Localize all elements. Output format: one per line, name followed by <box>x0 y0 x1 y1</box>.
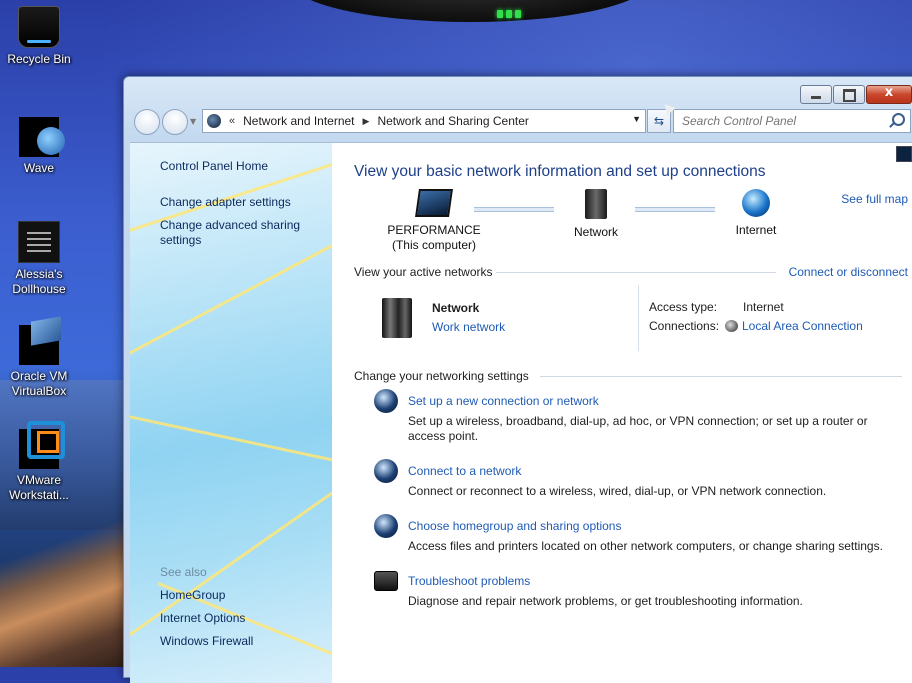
task-homegroup-link[interactable]: Choose homegroup and sharing options <box>408 519 621 533</box>
connection-item[interactable]: Local Area Connection <box>725 319 863 333</box>
map-node-internet[interactable]: Internet <box>701 189 811 238</box>
connections-label: Connections: <box>649 319 720 333</box>
desktop-icon-dollhouse[interactable]: Alessia's Dollhouse <box>0 221 79 297</box>
desktop-icon-recycle-bin[interactable]: Recycle Bin <box>0 6 79 67</box>
search-box[interactable] <box>673 109 911 133</box>
forward-button[interactable] <box>162 109 188 135</box>
page-title: View your basic network information and … <box>354 163 766 180</box>
computer-name: PERFORMANCE <box>387 223 481 237</box>
recycle-bin-icon <box>18 6 60 48</box>
access-type-value: Internet <box>743 300 784 314</box>
link-change-advanced-sharing-settings[interactable]: Change advanced sharing settings <box>160 218 310 248</box>
search-input[interactable] <box>680 110 884 132</box>
window-content: Control Panel Home Change adapter settin… <box>130 142 912 683</box>
active-networks-heading: View your active networks <box>354 265 493 279</box>
virtualbox-icon <box>19 316 61 365</box>
lan-connection-icon <box>725 320 738 332</box>
close-icon: x <box>884 85 894 100</box>
vmware-icon <box>19 421 65 469</box>
divider <box>496 272 776 273</box>
internet-label: Internet <box>735 223 777 237</box>
navigation-bar: ▼ « Network and Internet ▶ Network and S… <box>132 107 912 135</box>
desktop-icon-label: VMware Workstati... <box>9 473 69 502</box>
see-also-heading: See also <box>160 565 207 579</box>
breadcrumb-overflow[interactable]: « <box>229 115 235 127</box>
connect-or-disconnect-link[interactable]: Connect or disconnect <box>789 265 908 279</box>
breadcrumb-separator-icon[interactable]: ▶ <box>363 116 370 127</box>
help-icon[interactable] <box>896 146 912 162</box>
task-setup-connection-desc: Set up a wireless, broadband, dial-up, a… <box>408 414 868 443</box>
desktop-icon-virtualbox[interactable]: Oracle VM VirtualBox <box>0 316 79 399</box>
gadget-led-indicators <box>497 7 527 18</box>
task-troubleshoot-desc: Diagnose and repair network problems, or… <box>408 594 803 608</box>
minimize-button[interactable] <box>800 85 832 104</box>
back-button[interactable] <box>134 109 160 135</box>
wallpaper-rocks <box>0 497 140 667</box>
address-bar[interactable]: « Network and Internet ▶ Network and Sha… <box>202 109 646 133</box>
breadcrumb-network-and-internet[interactable]: Network and Internet <box>243 114 354 128</box>
network-location-link[interactable]: Work network <box>432 320 505 334</box>
divider <box>540 376 902 377</box>
divider <box>638 285 639 351</box>
main-pane: View your basic network information and … <box>332 143 912 683</box>
desktop-icon-label: Oracle VM VirtualBox <box>10 369 68 398</box>
task-setup-connection-link[interactable]: Set up a new connection or network <box>408 394 599 408</box>
link-change-adapter-settings[interactable]: Change adapter settings <box>160 195 291 210</box>
close-button[interactable]: x <box>866 85 912 104</box>
search-icon[interactable] <box>892 113 905 126</box>
networking-settings-heading: Change your networking settings <box>354 369 529 383</box>
network-icon <box>585 189 607 219</box>
wave-icon <box>19 117 65 157</box>
see-full-map-link[interactable]: See full map <box>841 192 908 206</box>
caption-buttons: x <box>799 85 912 104</box>
breadcrumb-network-sharing-center[interactable]: Network and Sharing Center <box>377 114 528 128</box>
maximize-button[interactable] <box>833 85 865 104</box>
homegroup-icon <box>374 514 398 538</box>
map-node-computer[interactable]: PERFORMANCE (This computer) <box>379 189 489 253</box>
globe-icon <box>742 189 770 217</box>
desktop-icon-label: Recycle Bin <box>7 52 71 66</box>
address-dropdown-icon[interactable]: ▼ <box>632 114 641 124</box>
left-navigation-pane: Control Panel Home Change adapter settin… <box>130 143 332 683</box>
new-connection-icon <box>374 389 398 413</box>
computer-icon <box>415 189 453 217</box>
local-area-connection-link[interactable]: Local Area Connection <box>742 319 863 333</box>
network-icon <box>382 298 412 338</box>
desktop-icon-wave[interactable]: Wave <box>0 117 79 176</box>
map-node-network[interactable]: Network <box>541 189 651 240</box>
task-homegroup-desc: Access files and printers located on oth… <box>408 539 883 553</box>
computer-sub: (This computer) <box>391 238 477 252</box>
task-connect-network-link[interactable]: Connect to a network <box>408 464 521 478</box>
active-network-name: Network <box>432 301 480 315</box>
network-sharing-center-window[interactable]: x ▼ « Network and Internet ▶ Network and… <box>123 76 912 683</box>
troubleshoot-icon <box>374 571 398 591</box>
link-control-panel-home[interactable]: Control Panel Home <box>160 159 268 174</box>
task-troubleshoot-link[interactable]: Troubleshoot problems <box>408 574 530 588</box>
desktop-icon-vmware[interactable]: VMware Workstati... <box>0 421 79 503</box>
control-panel-icon <box>207 114 221 128</box>
recent-pages-dropdown-icon[interactable]: ▼ <box>190 117 196 126</box>
link-internet-options[interactable]: Internet Options <box>160 611 245 626</box>
desktop-icon-label: Alessia's Dollhouse <box>12 267 66 296</box>
link-homegroup[interactable]: HomeGroup <box>160 588 225 603</box>
task-connect-network-desc: Connect or reconnect to a wireless, wire… <box>408 484 827 498</box>
link-windows-firewall[interactable]: Windows Firewall <box>160 634 253 649</box>
connect-network-icon <box>374 459 398 483</box>
access-type-label: Access type: <box>649 300 718 314</box>
desktop-icon-label: Wave <box>23 161 55 175</box>
dollhouse-icon <box>18 221 60 263</box>
network-label: Network <box>573 225 618 239</box>
